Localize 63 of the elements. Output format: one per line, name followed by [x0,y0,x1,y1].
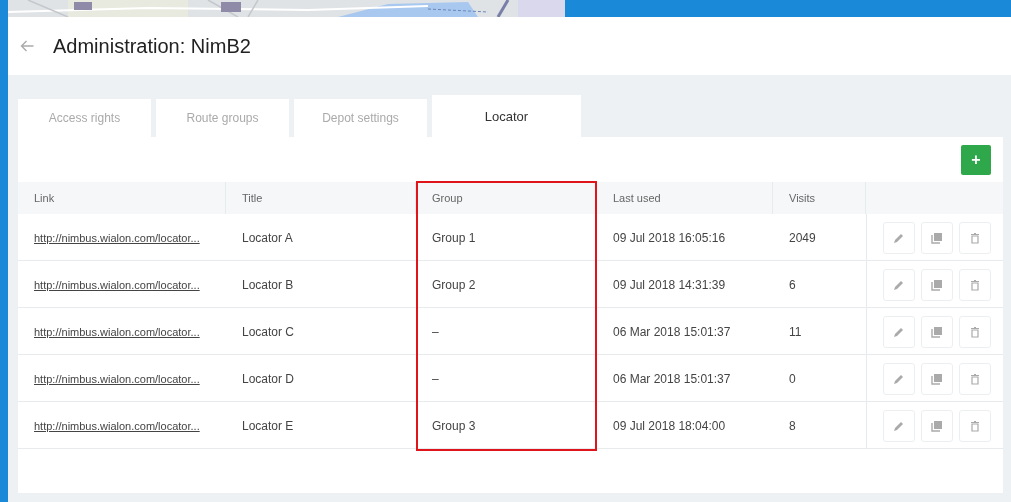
table-cell: 06 Mar 2018 15:01:37 [613,324,731,339]
column-header: Group [432,192,463,204]
pencil-icon [893,372,905,385]
table-cell: 09 Jul 2018 18:04:00 [613,418,726,433]
copy-button[interactable] [921,221,953,254]
table-cell: Locator E [242,418,294,433]
locator-link[interactable]: http://nimbus.wialon.com/locator... [34,325,200,338]
table-cell: 06 Mar 2018 15:01:37 [613,371,731,386]
locator-link[interactable]: http://nimbus.wialon.com/locator... [34,278,200,291]
table-cell: Group 3 [432,418,476,433]
edit-button[interactable] [883,409,915,442]
column-header: Title [242,192,263,204]
table-cell: 09 Jul 2018 14:31:39 [613,277,726,292]
table-cell: Locator D [242,371,295,386]
column-header: Last used [613,192,661,204]
trash-icon [969,231,981,244]
delete-button[interactable] [959,221,991,254]
delete-button[interactable] [959,315,991,348]
table-cell: Locator B [242,277,294,292]
table-cell: 11 [789,324,802,339]
tab[interactable]: Locator [432,95,581,137]
table-cell: – [432,371,439,386]
table-cell: Group 1 [432,230,476,245]
table-cell: Group 2 [432,277,476,292]
delete-button[interactable] [959,268,991,301]
trash-icon [969,372,981,385]
copy-icon [931,419,943,432]
edit-button[interactable] [883,268,915,301]
column-header: Link [34,192,55,204]
copy-button[interactable] [921,362,953,395]
table-cell: 09 Jul 2018 16:05:16 [613,230,726,245]
copy-button[interactable] [921,268,953,301]
table-cell: 2049 [789,230,816,245]
locator-link[interactable]: http://nimbus.wialon.com/locator... [34,231,200,244]
table-cell: 6 [789,277,796,292]
edit-button[interactable] [883,315,915,348]
copy-button[interactable] [921,315,953,348]
back-arrow-icon[interactable] [20,40,35,52]
pencil-icon [893,419,905,432]
table-cell: – [432,324,439,339]
trash-icon [969,419,981,432]
copy-icon [931,278,943,291]
delete-button[interactable] [959,362,991,395]
copy-icon [931,325,943,338]
edit-button[interactable] [883,362,915,395]
locator-link[interactable]: http://nimbus.wialon.com/locator... [34,372,200,385]
table-cell: 8 [789,418,796,433]
trash-icon [969,325,981,338]
copy-icon [931,372,943,385]
page-title: Administration: NimB2 [53,34,251,58]
delete-button[interactable] [959,409,991,442]
column-header: Visits [789,192,816,204]
table-cell: Locator A [242,230,293,245]
pencil-icon [893,278,905,291]
copy-button[interactable] [921,409,953,442]
pencil-icon [893,231,905,244]
locator-link[interactable]: http://nimbus.wialon.com/locator... [34,419,200,432]
table-cell: 0 [789,371,796,386]
table-cell: Locator C [242,324,295,339]
copy-icon [931,231,943,244]
pencil-icon [893,325,905,338]
edit-button[interactable] [883,221,915,254]
trash-icon [969,278,981,291]
